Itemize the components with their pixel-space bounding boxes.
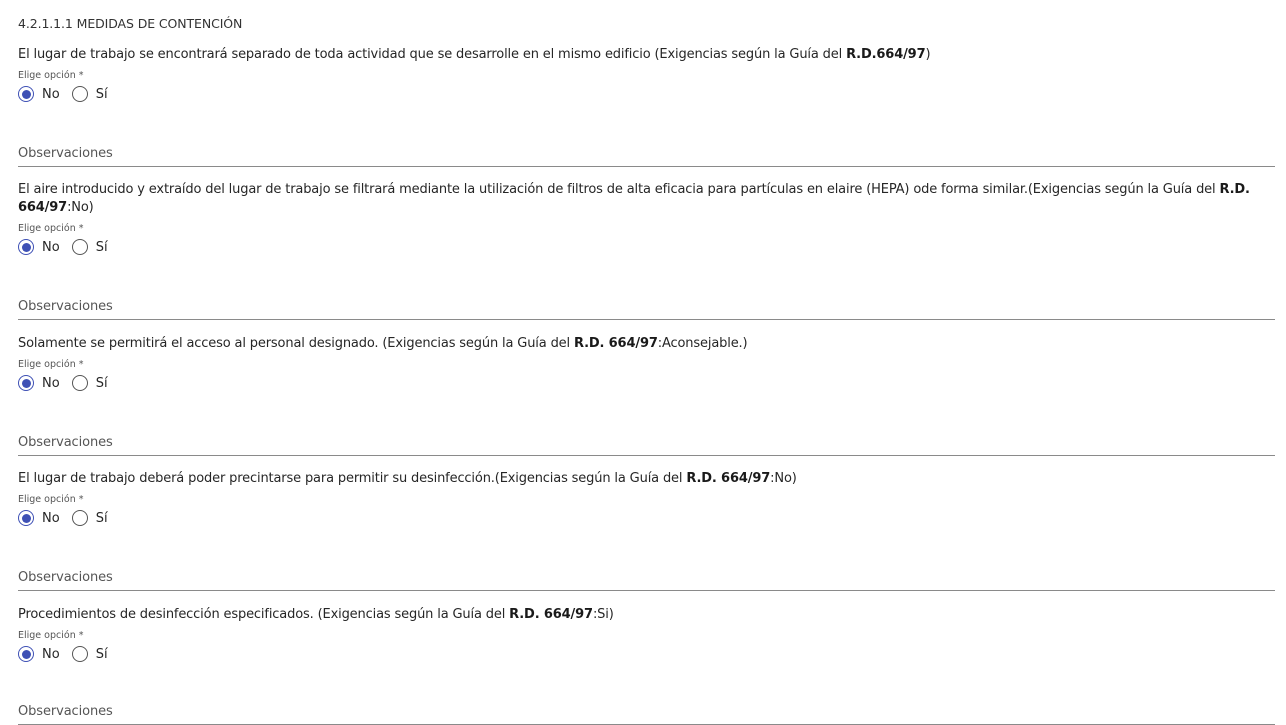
radio-unchecked-icon: [71, 86, 88, 102]
choice-label: Elige opción *: [18, 630, 84, 641]
radio-unchecked-icon: [71, 375, 88, 391]
observations-field[interactable]: Observaciones: [18, 570, 1275, 591]
radio-no[interactable]: No: [18, 239, 60, 255]
question-text: Procedimientos de desinfección especific…: [18, 607, 614, 622]
section-title: 4.2.1.1.1 MEDIDAS DE CONTENCIÓN: [18, 16, 243, 31]
radio-checked-icon: [18, 375, 34, 391]
choice-label: Elige opción *: [18, 223, 84, 234]
radio-unchecked-icon: [71, 646, 88, 662]
question-block: El lugar de trabajo deberá poder precint…: [18, 470, 1275, 529]
question-text: El lugar de trabajo deberá poder precint…: [18, 471, 797, 486]
observations-field[interactable]: Observaciones: [18, 435, 1275, 456]
radio-group: No Sí: [18, 507, 1275, 529]
radio-unchecked-icon: [71, 510, 88, 526]
observations-field[interactable]: Observaciones: [18, 146, 1275, 167]
choice-label: Elige opción *: [18, 494, 84, 505]
radio-no[interactable]: No: [18, 646, 60, 662]
question-text: El aire introducido y extraído del lugar…: [18, 182, 1250, 215]
question-block: Solamente se permitirá el acceso al pers…: [18, 335, 1275, 394]
radio-checked-icon: [18, 239, 34, 255]
radio-group: No Sí: [18, 372, 1275, 394]
choice-label: Elige opción *: [18, 359, 84, 370]
question-block: El lugar de trabajo se encontrará separa…: [18, 46, 1275, 105]
radio-si[interactable]: Sí: [71, 375, 108, 391]
radio-si[interactable]: Sí: [71, 510, 108, 526]
radio-checked-icon: [18, 646, 34, 662]
question-block: El aire introducido y extraído del lugar…: [18, 181, 1275, 258]
radio-group: No Sí: [18, 236, 1275, 258]
radio-checked-icon: [18, 510, 34, 526]
question-text: El lugar de trabajo se encontrará separa…: [18, 47, 931, 62]
radio-no[interactable]: No: [18, 86, 60, 102]
choice-label: Elige opción *: [18, 70, 84, 81]
question-block: Procedimientos de desinfección especific…: [18, 606, 1275, 665]
radio-checked-icon: [18, 86, 34, 102]
radio-si[interactable]: Sí: [71, 239, 108, 255]
question-text: Solamente se permitirá el acceso al pers…: [18, 336, 748, 351]
observations-field[interactable]: Observaciones: [18, 299, 1275, 320]
radio-si[interactable]: Sí: [71, 646, 108, 662]
radio-si[interactable]: Sí: [71, 86, 108, 102]
observations-field[interactable]: Observaciones: [18, 704, 1275, 725]
radio-unchecked-icon: [71, 239, 88, 255]
radio-no[interactable]: No: [18, 375, 60, 391]
radio-group: No Sí: [18, 643, 1275, 665]
radio-group: No Sí: [18, 83, 1275, 105]
radio-no[interactable]: No: [18, 510, 60, 526]
